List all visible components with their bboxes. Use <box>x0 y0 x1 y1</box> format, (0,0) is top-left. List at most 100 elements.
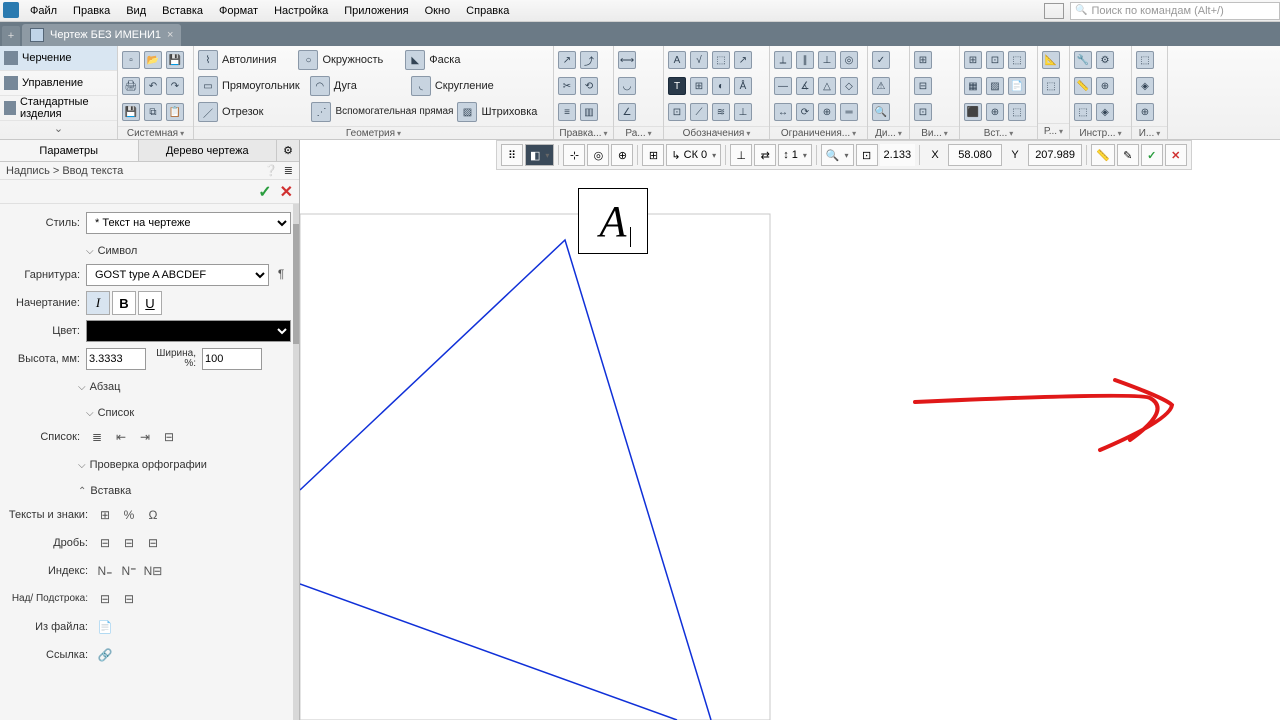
segment-icon[interactable]: ／ <box>198 102 218 122</box>
group-label-geometry[interactable]: Геометрия <box>194 126 553 139</box>
font-select[interactable]: GOST type A ABCDEF <box>86 264 269 286</box>
section-spellcheck[interactable]: Проверка орфографии <box>78 454 291 476</box>
command-search-input[interactable]: Поиск по командам (Alt+/) <box>1070 2 1280 20</box>
menu-insert[interactable]: Вставка <box>154 2 211 20</box>
group-constraints: ⟂∥⊥◎—∡△◇↔⟳⊕═ Ограничения... <box>770 46 868 139</box>
menu-settings[interactable]: Настройка <box>266 2 336 20</box>
group-tools: 🔧⚙📏⊕⬚◈ Инстр... <box>1070 46 1132 139</box>
omega-icon[interactable]: Ω <box>142 505 164 525</box>
drawing-svg <box>300 140 1280 720</box>
chamfer-icon[interactable]: ◣ <box>405 50 425 70</box>
help-icon[interactable]: ❔ <box>264 164 278 177</box>
subsup-icon[interactable]: N⊟ <box>142 561 164 581</box>
accept-button[interactable]: ✓ <box>258 182 271 202</box>
side-panel: Параметры Дерево чертежа ⚙ Надпись > Вво… <box>0 140 300 720</box>
paste-icon[interactable]: 📋 <box>166 103 184 121</box>
redo-icon[interactable]: ↷ <box>166 77 184 95</box>
group-edit: ↗⤴✂⟲≡▥ Правка... <box>554 46 614 139</box>
under-icon[interactable]: ⊟ <box>118 589 140 609</box>
underline-button[interactable]: U <box>138 291 162 315</box>
italic-button[interactable]: I <box>86 291 110 315</box>
ribbon: Черчение Управление Стандартные изделия … <box>0 46 1280 140</box>
disk-icon[interactable]: 💾 <box>122 103 140 121</box>
mode-expand-icon[interactable]: ⌄ <box>0 121 117 135</box>
tab-parameters[interactable]: Параметры <box>0 140 139 161</box>
over-icon[interactable]: ⊟ <box>94 589 116 609</box>
group-diag: ✓⚠🔍 Ди... <box>868 46 910 139</box>
mode-standard-parts[interactable]: Стандартные изделия <box>0 96 117 121</box>
mode-drawing[interactable]: Черчение <box>0 46 117 71</box>
mode-selector: Черчение Управление Стандартные изделия … <box>0 46 118 139</box>
section-list: Список <box>86 402 291 424</box>
hatch-icon[interactable]: ▨ <box>457 102 477 122</box>
windows-icon[interactable] <box>1044 3 1064 19</box>
panel-scrollbar[interactable] <box>293 204 299 720</box>
panel-settings-icon[interactable]: ⚙ <box>277 140 299 161</box>
group-insert: ⊞⊡⬚▦▨📄⬛⊕⬚ Вст... <box>960 46 1038 139</box>
group-last: ⬚◈⊕ И... <box>1132 46 1168 139</box>
text-edit-box[interactable]: A <box>578 188 648 254</box>
menu-view[interactable]: Вид <box>118 2 154 20</box>
sup-icon[interactable]: N⁼ <box>118 561 140 581</box>
circle-icon[interactable]: ○ <box>298 50 318 70</box>
menu-help[interactable]: Справка <box>458 2 517 20</box>
save-icon[interactable]: 💾 <box>166 51 184 69</box>
menu-format[interactable]: Формат <box>211 2 266 20</box>
document-tab[interactable]: Чертеж БЕЗ ИМЕНИ1 × <box>22 24 181 46</box>
print-icon[interactable]: 🖨 <box>122 77 140 95</box>
sub-icon[interactable]: N₌ <box>94 561 116 581</box>
frac2-icon[interactable]: ⊟ <box>118 533 140 553</box>
close-tab-icon[interactable]: × <box>167 29 173 41</box>
open-icon[interactable]: 📂 <box>144 51 162 69</box>
list-icon[interactable]: ≣ <box>284 164 293 177</box>
text-tool-icon[interactable]: T <box>668 77 686 95</box>
breadcrumb: Надпись > Ввод текста <box>6 165 123 177</box>
symbol-icon[interactable]: % <box>118 505 140 525</box>
aux-line-icon[interactable]: ⋰ <box>311 102 331 122</box>
color-select[interactable] <box>86 320 291 342</box>
rectangle-icon[interactable]: ▭ <box>198 76 218 96</box>
group-system: ▫📂💾 🖨↶↷ 💾⧉📋 Системная <box>118 46 194 139</box>
pilcrow-icon[interactable]: ¶ <box>271 264 291 284</box>
cancel-button[interactable]: ✕ <box>280 182 293 202</box>
link-icon[interactable]: 🔗 <box>94 645 116 665</box>
group-dim: ⟷◡∠ Ра... <box>614 46 664 139</box>
group-views: ⊞⊟⊡ Ви... <box>910 46 960 139</box>
numbering-icon[interactable]: ⊟ <box>158 427 180 447</box>
text-cursor <box>630 227 631 247</box>
menu-apps[interactable]: Приложения <box>336 2 416 20</box>
fillet-icon[interactable]: ◟ <box>411 76 431 96</box>
document-tabbar: + Чертеж БЕЗ ИМЕНИ1 × <box>0 22 1280 46</box>
from-file-icon[interactable]: 📄 <box>94 617 116 637</box>
mode-manage[interactable]: Управление <box>0 71 117 96</box>
menu-bar: Файл Правка Вид Вставка Формат Настройка… <box>0 0 1280 22</box>
undo-icon[interactable]: ↶ <box>144 77 162 95</box>
tab-drawing-tree[interactable]: Дерево чертежа <box>139 140 278 161</box>
menu-edit[interactable]: Правка <box>65 2 118 20</box>
bold-button[interactable]: B <box>112 291 136 315</box>
text-glyph: A <box>600 196 627 247</box>
section-paragraph[interactable]: Абзац <box>78 376 291 398</box>
height-input[interactable] <box>86 348 146 370</box>
section-symbol: Символ <box>86 240 291 262</box>
group-label-system[interactable]: Системная <box>118 126 193 139</box>
new-tab-button[interactable]: + <box>2 26 20 46</box>
menu-window[interactable]: Окно <box>417 2 459 20</box>
style-select[interactable]: * Текст на чертеже <box>86 212 291 234</box>
app-logo-icon <box>3 2 19 18</box>
menu-file[interactable]: Файл <box>22 2 65 20</box>
outdent-icon[interactable]: ⇤ <box>110 427 132 447</box>
arc-icon[interactable]: ◠ <box>310 76 330 96</box>
frac3-icon[interactable]: ⊟ <box>142 533 164 553</box>
new-doc-icon[interactable]: ▫ <box>122 51 140 69</box>
width-input[interactable] <box>202 348 262 370</box>
spec-text-icon[interactable]: ⊞ <box>94 505 116 525</box>
bullets-icon[interactable]: ≣ <box>86 427 108 447</box>
copy-icon[interactable]: ⧉ <box>144 103 162 121</box>
drawing-canvas[interactable]: ⠿ ◧ ⊹ ◎ ⊕ ⊞ ↳ СК 0 ⊥ ⇄ ↕ 1 🔍 ⊡ 2.133 X 5… <box>300 140 1280 720</box>
section-insert[interactable]: Вставка <box>78 480 291 502</box>
frac1-icon[interactable]: ⊟ <box>94 533 116 553</box>
group-geometry: ⌇Автолиния ○Окружность ◣Фаска ▭Прямоугол… <box>194 46 554 139</box>
indent-icon[interactable]: ⇥ <box>134 427 156 447</box>
autoline-icon[interactable]: ⌇ <box>198 50 218 70</box>
